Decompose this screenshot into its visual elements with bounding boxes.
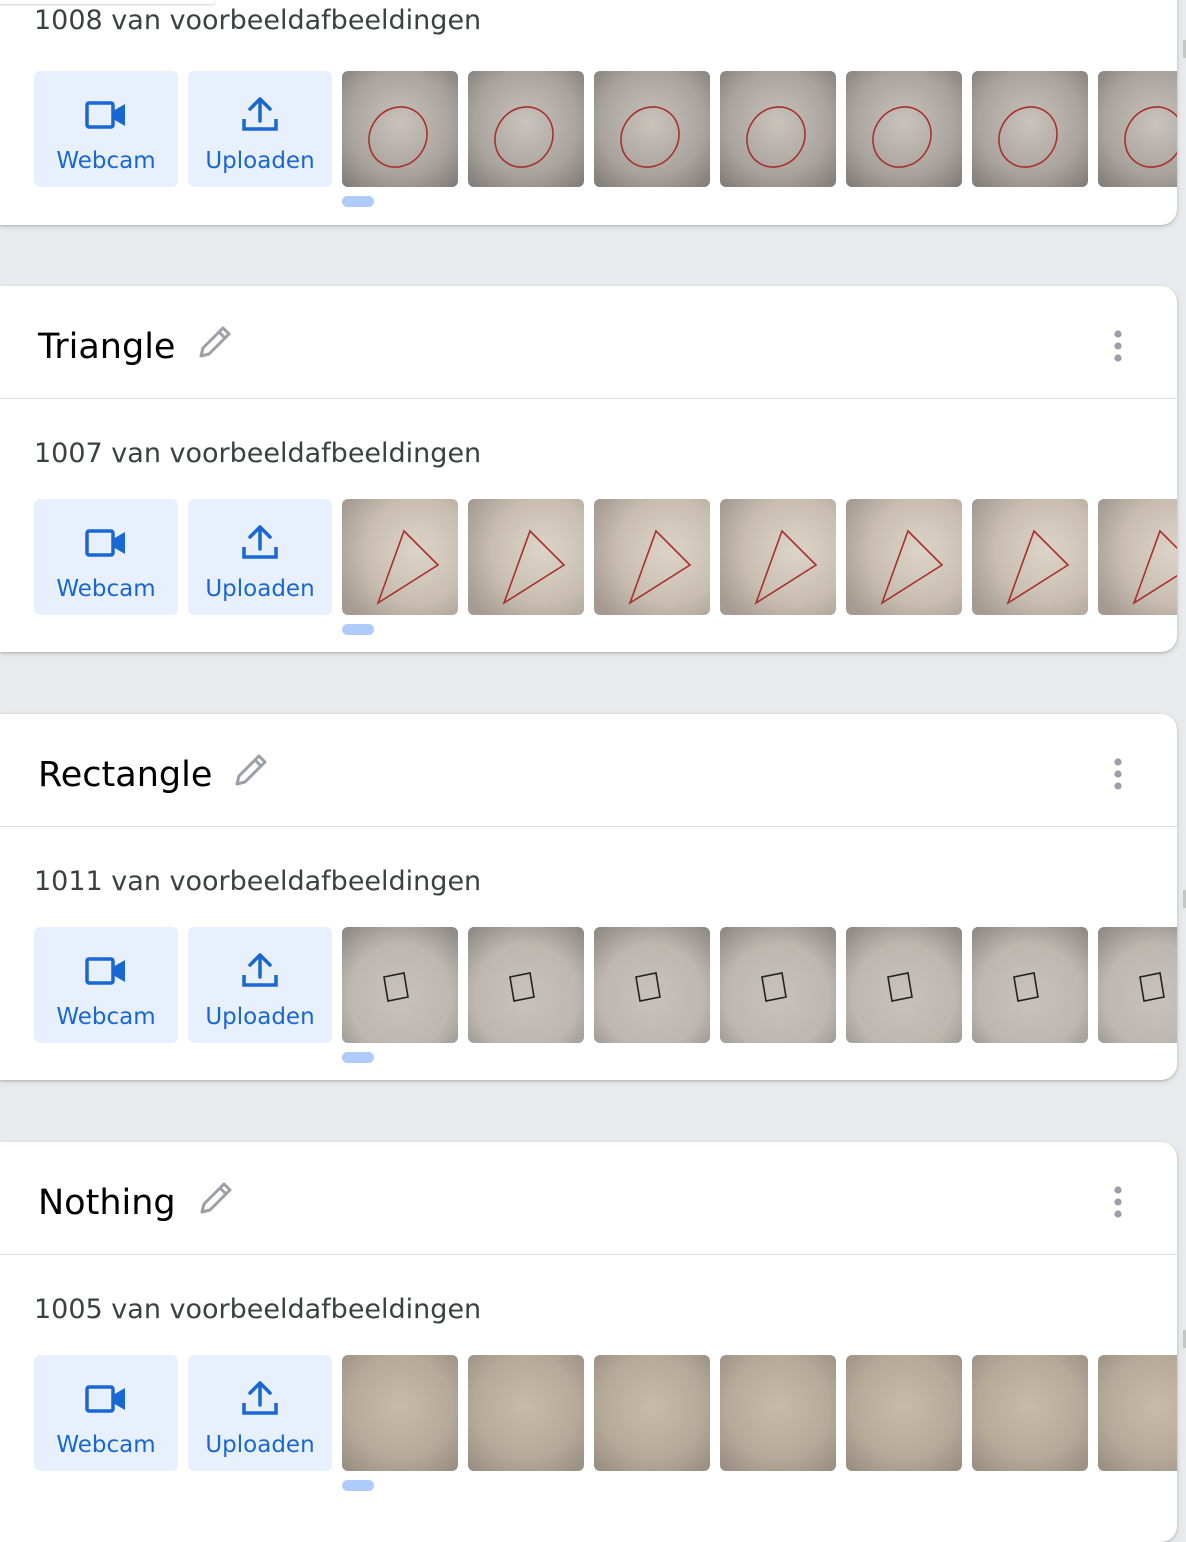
upload-label: Uploaden	[205, 1432, 315, 1458]
sample-thumbnail[interactable]	[846, 71, 962, 187]
videocam-icon	[85, 957, 125, 985]
thumbnail-strip[interactable]	[342, 71, 1177, 187]
class-name[interactable]: Nothing	[38, 1181, 176, 1225]
webcam-button[interactable]: Webcam	[34, 71, 178, 187]
sample-thumbnail[interactable]	[468, 1355, 584, 1471]
class-card-1: Triangle 1007 van voorbeeldafbeeldingen …	[0, 286, 1177, 652]
sample-count: 1008 van voorbeeldafbeeldingen	[34, 5, 482, 36]
thumbnail-strip[interactable]	[342, 1355, 1177, 1471]
sample-thumbnail[interactable]	[1098, 499, 1177, 615]
upload-label: Uploaden	[205, 1004, 315, 1030]
top-tab-edge	[0, 0, 215, 4]
sample-thumbnail[interactable]	[720, 71, 836, 187]
sample-thumbnail[interactable]	[468, 499, 584, 615]
class-header: Nothing	[0, 1142, 1177, 1255]
sample-thumbnail[interactable]	[846, 1355, 962, 1471]
more-vert-icon[interactable]	[1101, 754, 1135, 794]
class-card-2: Rectangle 1011 van voorbeeldafbeeldingen…	[0, 714, 1177, 1080]
thumbnail-strip[interactable]	[342, 927, 1177, 1043]
sample-thumbnail[interactable]	[720, 499, 836, 615]
upload-button[interactable]: Uploaden	[188, 499, 332, 615]
class-header: Rectangle	[0, 714, 1177, 827]
pencil-icon[interactable]	[196, 1178, 236, 1218]
sample-thumbnail[interactable]	[846, 499, 962, 615]
sample-thumbnail[interactable]	[1098, 1355, 1177, 1471]
sample-thumbnail[interactable]	[468, 927, 584, 1043]
class-name[interactable]: Rectangle	[38, 753, 212, 797]
pencil-icon[interactable]	[231, 750, 271, 790]
upload-icon	[242, 953, 278, 987]
webcam-label: Webcam	[56, 576, 156, 602]
sample-thumbnail[interactable]	[594, 71, 710, 187]
upload-icon	[242, 525, 278, 559]
strip-scroll-indicator[interactable]	[342, 1052, 374, 1063]
webcam-button[interactable]: Webcam	[34, 1355, 178, 1471]
sample-thumbnail[interactable]	[342, 927, 458, 1043]
upload-button[interactable]: Uploaden	[188, 71, 332, 187]
sample-thumbnail[interactable]	[594, 1355, 710, 1471]
strip-scroll-indicator[interactable]	[342, 196, 374, 207]
upload-icon	[242, 1381, 278, 1415]
upload-label: Uploaden	[205, 576, 315, 602]
sample-thumbnail[interactable]	[594, 927, 710, 1043]
class-name[interactable]: Triangle	[38, 325, 175, 369]
class-card-0: 1008 van voorbeeldafbeeldingen Webcam Up…	[0, 0, 1177, 225]
videocam-icon	[85, 1385, 125, 1413]
sample-thumbnail[interactable]	[846, 927, 962, 1043]
sample-thumbnail[interactable]	[594, 499, 710, 615]
webcam-button[interactable]: Webcam	[34, 499, 178, 615]
sample-thumbnail[interactable]	[720, 1355, 836, 1471]
sample-thumbnail[interactable]	[972, 927, 1088, 1043]
class-header: Triangle	[0, 286, 1177, 399]
upload-button[interactable]: Uploaden	[188, 1355, 332, 1471]
sample-thumbnail[interactable]	[468, 71, 584, 187]
webcam-label: Webcam	[56, 1004, 156, 1030]
strip-scroll-indicator[interactable]	[342, 1480, 374, 1491]
sample-thumbnail[interactable]	[1098, 71, 1177, 187]
sample-thumbnail[interactable]	[342, 1355, 458, 1471]
sample-thumbnail[interactable]	[972, 499, 1088, 615]
thumbnail-strip[interactable]	[342, 499, 1177, 615]
upload-label: Uploaden	[205, 148, 315, 174]
more-vert-icon[interactable]	[1101, 326, 1135, 366]
videocam-icon	[85, 529, 125, 557]
strip-scroll-indicator[interactable]	[342, 624, 374, 635]
upload-icon	[242, 97, 278, 131]
sample-count: 1011 van voorbeeldafbeeldingen	[34, 866, 482, 897]
sample-thumbnail[interactable]	[342, 71, 458, 187]
upload-button[interactable]: Uploaden	[188, 927, 332, 1043]
sample-thumbnail[interactable]	[720, 927, 836, 1043]
more-vert-icon[interactable]	[1101, 1182, 1135, 1222]
webcam-label: Webcam	[56, 1432, 156, 1458]
sample-thumbnail[interactable]	[972, 1355, 1088, 1471]
sample-count: 1007 van voorbeeldafbeeldingen	[34, 438, 482, 469]
webcam-label: Webcam	[56, 148, 156, 174]
sample-thumbnail[interactable]	[972, 71, 1088, 187]
sample-thumbnail[interactable]	[1098, 927, 1177, 1043]
webcam-button[interactable]: Webcam	[34, 927, 178, 1043]
sample-thumbnail[interactable]	[342, 499, 458, 615]
videocam-icon	[85, 101, 125, 129]
class-card-3: Nothing 1005 van voorbeeldafbeeldingen W…	[0, 1142, 1177, 1542]
sample-count: 1005 van voorbeeldafbeeldingen	[34, 1294, 482, 1325]
pencil-icon[interactable]	[195, 322, 235, 362]
